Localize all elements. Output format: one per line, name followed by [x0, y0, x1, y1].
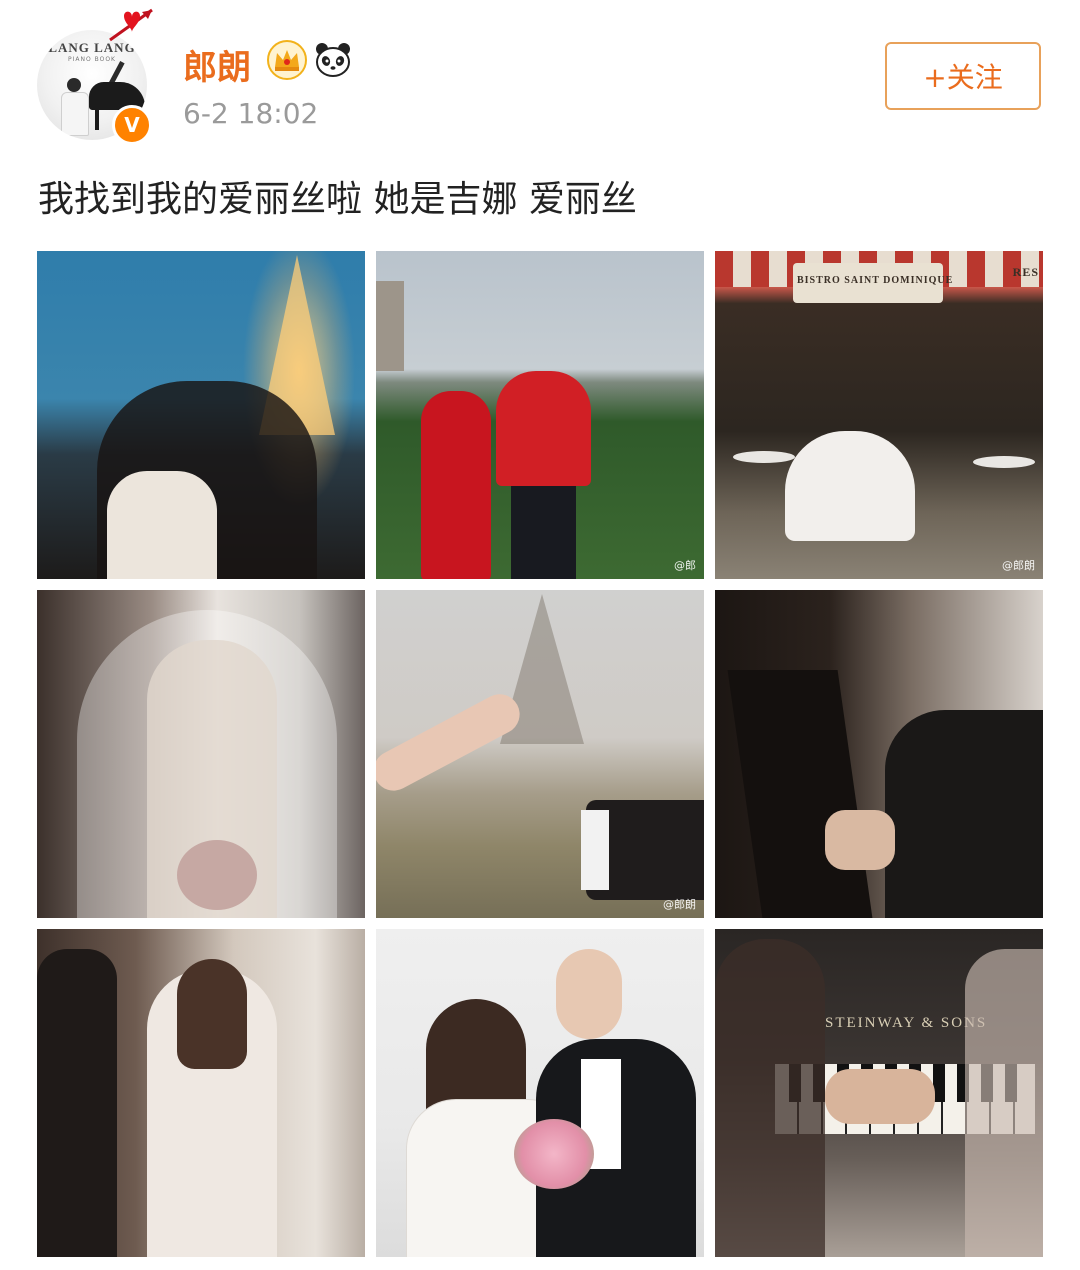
- arch-shape: [376, 281, 404, 371]
- photo-8[interactable]: [376, 929, 704, 1257]
- corner-sign: RES: [1012, 265, 1039, 279]
- photo-9[interactable]: STEINWAY & SONS: [715, 929, 1043, 1257]
- photo-1[interactable]: [37, 251, 365, 579]
- man-hands: [825, 810, 895, 870]
- groom-head: [556, 949, 622, 1039]
- piano-side: [727, 670, 873, 918]
- groom-red-jacket: [496, 371, 591, 486]
- bistro-sign: BISTRO SAINT DOMINIQUE: [797, 275, 954, 286]
- groom-trousers: [511, 486, 576, 579]
- photo-7[interactable]: [37, 929, 365, 1257]
- cafe-table: [973, 456, 1035, 468]
- right-person-blur: [965, 949, 1043, 1257]
- groom-cuff: [581, 810, 609, 890]
- photo-5[interactable]: @郎朗: [376, 590, 704, 918]
- left-person-blur: [715, 939, 825, 1257]
- man-suit: [885, 710, 1043, 918]
- photo-2[interactable]: @郎: [376, 251, 704, 579]
- photo-4[interactable]: [37, 590, 365, 918]
- photo-6[interactable]: [715, 590, 1043, 918]
- bride-gown: [785, 431, 915, 541]
- bouquet: [177, 840, 257, 910]
- bride-red-qipao: [421, 391, 491, 579]
- hands-on-keys: [825, 1069, 935, 1124]
- photo-5-watermark: @郎朗: [663, 898, 696, 911]
- bouquet: [514, 1119, 594, 1189]
- cafe-table: [733, 451, 795, 463]
- bride-hair: [177, 959, 247, 1069]
- photo-2-watermark: @郎: [674, 559, 696, 572]
- groom-figure: [37, 949, 117, 1257]
- photo-3-watermark: @郎朗: [1002, 559, 1035, 572]
- photo-3[interactable]: BISTRO SAINT DOMINIQUE RES @郎朗: [715, 251, 1043, 579]
- photo-grid: @郎 BISTRO SAINT DOMINIQUE RES @郎朗 @郎朗 ST…: [0, 0, 1080, 1270]
- piano-brand: STEINWAY & SONS: [825, 1015, 988, 1031]
- bride-dress: [107, 471, 217, 579]
